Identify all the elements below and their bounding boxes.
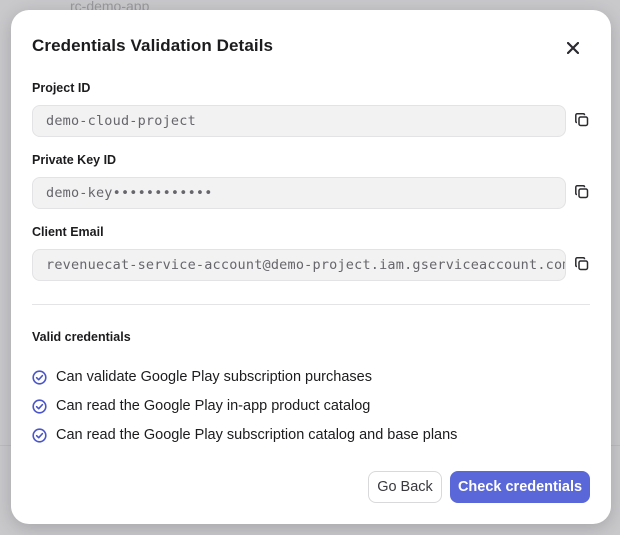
go-back-button[interactable]: Go Back: [368, 471, 442, 503]
project-id-field[interactable]: demo-cloud-project: [32, 105, 566, 137]
copy-icon: [575, 185, 589, 199]
section-divider: [32, 304, 590, 305]
valid-credentials-heading: Valid credentials: [32, 330, 131, 344]
copy-project-id-button[interactable]: [573, 111, 591, 129]
copy-icon: [575, 113, 589, 127]
copy-client-email-button[interactable]: [573, 255, 591, 273]
close-button[interactable]: [562, 37, 584, 59]
client-email-field[interactable]: revenuecat-service-account@demo-project.…: [32, 249, 566, 281]
credentials-modal: Credentials Validation Details Project I…: [11, 10, 611, 524]
copy-icon: [575, 257, 589, 271]
close-icon: [567, 42, 579, 54]
private-key-id-field[interactable]: demo-key••••••••••••: [32, 177, 566, 209]
check-item: Can read the Google Play subscription ca…: [32, 427, 457, 443]
check-credentials-button[interactable]: Check credentials: [450, 471, 590, 503]
check-circle-icon: [32, 369, 47, 385]
modal-title: Credentials Validation Details: [32, 36, 274, 55]
check-circle-icon: [32, 398, 47, 414]
check-circle-icon: [32, 427, 47, 443]
check-item: Can read the Google Play in-app product …: [32, 398, 370, 414]
check-item-label: Can read the Google Play subscription ca…: [56, 427, 458, 443]
client-email-label: Client Email: [32, 225, 104, 239]
private-key-id-label: Private Key ID: [32, 153, 117, 167]
project-id-label: Project ID: [32, 81, 91, 95]
check-item-label: Can validate Google Play subscription pu…: [56, 369, 372, 385]
check-item-label: Can read the Google Play in-app product …: [56, 398, 371, 414]
copy-private-key-id-button[interactable]: [573, 183, 591, 201]
check-item: Can validate Google Play subscription pu…: [32, 369, 372, 385]
